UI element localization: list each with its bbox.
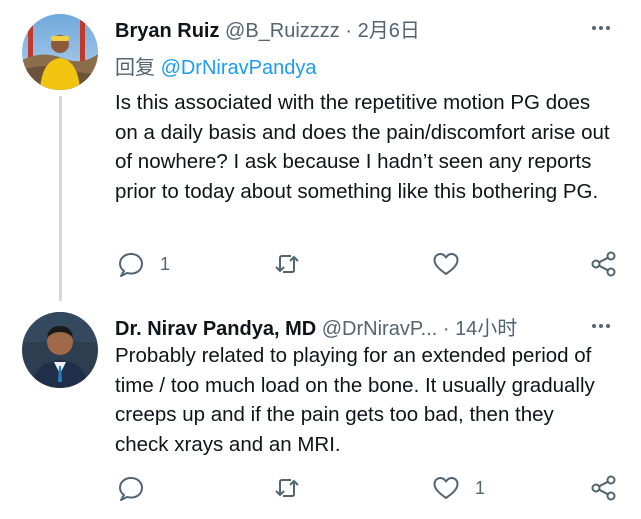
share-icon bbox=[590, 474, 618, 502]
tweet-timestamp[interactable]: 2月6日 bbox=[358, 20, 420, 42]
author-handle[interactable]: @B_Ruizzzz bbox=[225, 20, 340, 42]
more-dots-icon[interactable] bbox=[589, 314, 613, 338]
retweet-button[interactable] bbox=[272, 471, 316, 505]
heart-icon bbox=[431, 473, 461, 503]
author-name[interactable]: Dr. Nirav Pandya, MD bbox=[115, 318, 316, 340]
tweet-nirav-pandya[interactable]: Dr. Nirav Pandya, MD @DrNiravP... · 14小时… bbox=[0, 298, 641, 519]
reply-prefix: 回复 bbox=[115, 57, 155, 79]
share-button[interactable] bbox=[590, 247, 618, 281]
more-dots-icon[interactable] bbox=[589, 16, 613, 40]
tweet-thread: Bryan Ruiz @B_Ruizzzz · 2月6日 回复 @DrNirav… bbox=[0, 0, 641, 519]
reply-button[interactable] bbox=[116, 471, 160, 505]
author-handle[interactable]: @DrNiravP... bbox=[322, 318, 438, 340]
tweet-actions: 1 bbox=[0, 247, 641, 281]
author-name[interactable]: Bryan Ruiz bbox=[115, 20, 219, 42]
share-button[interactable] bbox=[590, 471, 618, 505]
retweet-icon bbox=[272, 249, 302, 279]
separator-dot: · bbox=[345, 20, 353, 42]
tweet-actions: 1 bbox=[0, 471, 641, 505]
separator-dot: · bbox=[442, 318, 450, 340]
tweet-text: Probably related to playing for an exten… bbox=[115, 344, 595, 456]
replying-to: 回复 @DrNiravPandya bbox=[115, 55, 316, 81]
like-button[interactable] bbox=[431, 247, 475, 281]
avatar[interactable] bbox=[22, 14, 98, 90]
reply-button[interactable]: 1 bbox=[116, 247, 170, 281]
reply-bubble-icon bbox=[116, 473, 146, 503]
share-icon bbox=[590, 250, 618, 278]
like-count: 1 bbox=[475, 477, 486, 498]
avatar[interactable] bbox=[22, 312, 98, 388]
retweet-icon bbox=[272, 473, 302, 503]
reply-count: 1 bbox=[160, 253, 171, 274]
heart-icon bbox=[431, 249, 461, 279]
tweet-text: Is this associated with the repetitive m… bbox=[115, 91, 610, 203]
reply-bubble-icon bbox=[116, 249, 146, 279]
tweet-bryan-ruiz[interactable]: Bryan Ruiz @B_Ruizzzz · 2月6日 回复 @DrNirav… bbox=[0, 0, 641, 301]
tweet-header: Bryan Ruiz @B_Ruizzzz · 2月6日 bbox=[115, 18, 581, 44]
avatar-photo-icon bbox=[22, 14, 98, 90]
tweet-header: Dr. Nirav Pandya, MD @DrNiravP... · 14小时 bbox=[115, 316, 581, 342]
reply-mention-link[interactable]: @DrNiravPandya bbox=[161, 57, 317, 79]
avatar-photo-icon bbox=[22, 312, 98, 388]
retweet-button[interactable] bbox=[272, 247, 316, 281]
tweet-timestamp[interactable]: 14小时 bbox=[455, 318, 517, 340]
like-button[interactable]: 1 bbox=[431, 471, 485, 505]
